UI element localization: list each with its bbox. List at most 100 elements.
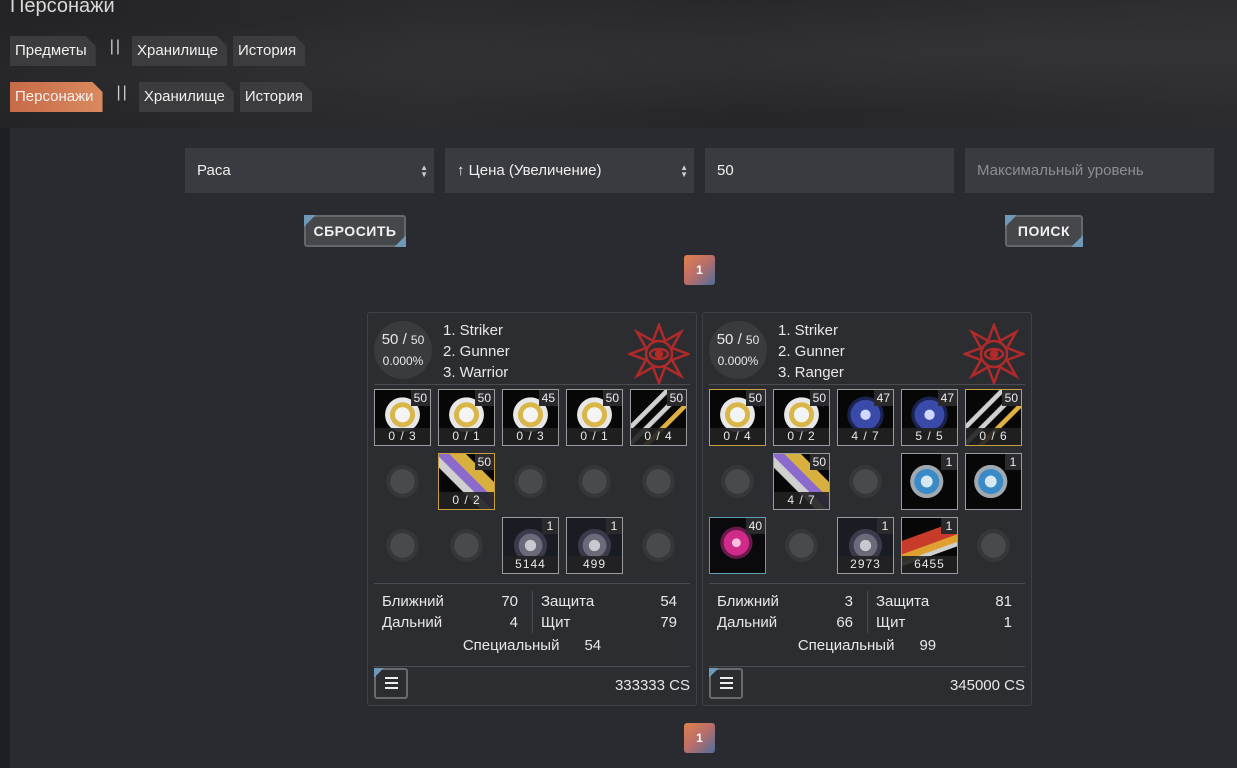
stat-defense-label: Защита bbox=[876, 593, 930, 610]
equipment-slot[interactable]: 1 bbox=[901, 453, 958, 510]
item-count: 0 / 3 bbox=[503, 428, 558, 445]
max-level-input[interactable]: Максимальный уровень bbox=[965, 148, 1214, 193]
equipment-slot[interactable] bbox=[438, 517, 495, 574]
class-1: 1. Striker bbox=[443, 322, 504, 339]
equipment-slot[interactable]: 50 0 / 6 bbox=[965, 389, 1022, 446]
search-button[interactable]: ПОИСК bbox=[1005, 215, 1083, 247]
equipment-slot[interactable]: 50 0 / 2 bbox=[438, 453, 495, 510]
item-count: 4 / 7 bbox=[838, 428, 893, 445]
sort-select[interactable]: ↑ Цена (Увеличение) ▲ ▼ bbox=[445, 148, 694, 193]
item-level-badge: 1 bbox=[941, 454, 957, 470]
equipment-slot[interactable] bbox=[965, 517, 1022, 574]
item-level-badge: 50 bbox=[474, 390, 494, 406]
class-2: 2. Gunner bbox=[778, 343, 845, 360]
stat-ranged-label: Дальний bbox=[382, 614, 443, 631]
level-max: 50 bbox=[745, 333, 760, 347]
equipment-slot[interactable] bbox=[502, 453, 559, 510]
level-value: 50 / bbox=[716, 331, 742, 348]
tab-items-storage[interactable]: Хранилище bbox=[132, 36, 227, 66]
equipment-slot[interactable]: 50 0 / 3 bbox=[374, 389, 431, 446]
empty-shirt-slot-icon bbox=[837, 453, 894, 510]
select-arrows-icon: ▲ ▼ bbox=[420, 163, 428, 179]
item-count: 4 / 7 bbox=[774, 492, 829, 509]
empty-glove-slot-icon bbox=[630, 517, 687, 574]
equipment-slot[interactable]: 1 bbox=[965, 453, 1022, 510]
equipment-slot[interactable] bbox=[630, 453, 687, 510]
item-count: 0 / 1 bbox=[567, 428, 622, 445]
class-1: 1. Striker bbox=[778, 322, 839, 339]
stat-shield-label: Щит bbox=[876, 614, 906, 631]
equipment-slot[interactable]: 40 bbox=[709, 517, 766, 574]
race-select[interactable]: Раса ▲ ▼ bbox=[185, 148, 434, 193]
equipment-row: 1 5144 1 499 bbox=[374, 517, 692, 574]
item-count: 5 / 5 bbox=[902, 428, 957, 445]
equipment-slot[interactable] bbox=[709, 453, 766, 510]
equipment-slot[interactable]: 50 0 / 4 bbox=[709, 389, 766, 446]
equipment-slot[interactable]: 1 499 bbox=[566, 517, 623, 574]
equipment-slot[interactable]: 1 2973 bbox=[837, 517, 894, 574]
equipment-slot[interactable] bbox=[837, 453, 894, 510]
stat-special-value: 54 bbox=[584, 637, 602, 654]
stat-special-label: Специальный bbox=[797, 637, 895, 654]
equipment-slot[interactable]: 50 0 / 1 bbox=[438, 389, 495, 446]
equipment-slot[interactable]: 1 5144 bbox=[502, 517, 559, 574]
equipment-row: 50 0 / 3 50 0 / 1 45 0 / 3 50 0 / 1 50 0 / 4 bbox=[374, 389, 692, 446]
reset-button[interactable]: СБРОСИТЬ bbox=[304, 215, 406, 247]
tab-items[interactable]: Предметы bbox=[10, 36, 96, 66]
item-count: 0 / 2 bbox=[774, 428, 829, 445]
stat-shield-label: Щит bbox=[541, 614, 571, 631]
equipment-slot[interactable]: 47 5 / 5 bbox=[901, 389, 958, 446]
sort-select-value: ↑ Цена (Увеличение) bbox=[457, 162, 602, 179]
item-count: 5144 bbox=[503, 556, 558, 573]
equipment-slot[interactable] bbox=[566, 453, 623, 510]
stat-defense-value: 54 bbox=[660, 593, 677, 610]
equipment-slot[interactable]: 50 0 / 4 bbox=[630, 389, 687, 446]
select-arrows-icon: ▲ ▼ bbox=[680, 163, 688, 179]
pagination-page-top[interactable]: 1 bbox=[684, 255, 715, 285]
item-level-badge: 50 bbox=[602, 390, 622, 406]
stat-ranged-label: Дальний bbox=[717, 614, 778, 631]
tab-characters-storage[interactable]: Хранилище bbox=[139, 82, 234, 112]
stat-ranged-value: 66 bbox=[836, 614, 853, 631]
min-level-input[interactable]: 50 bbox=[705, 148, 954, 193]
tab-items-history[interactable]: История bbox=[233, 36, 305, 66]
equipment-slot[interactable]: 50 4 / 7 bbox=[773, 453, 830, 510]
equipment-slot[interactable]: 50 0 / 1 bbox=[566, 389, 623, 446]
equipment-slot[interactable] bbox=[630, 517, 687, 574]
item-level-badge: 50 bbox=[1001, 390, 1021, 406]
price: 333333 CS bbox=[614, 677, 690, 694]
equipment-slot[interactable]: 47 4 / 7 bbox=[837, 389, 894, 446]
character-card[interactable]: 50 / 50 0.000% 1. Striker 2. Gunner 3. W… bbox=[367, 312, 697, 706]
item-count: 0 / 3 bbox=[375, 428, 430, 445]
equipment-slot[interactable] bbox=[773, 517, 830, 574]
tab-characters[interactable]: Персонажи bbox=[10, 82, 103, 112]
equipment-row: 40 1 2973 1 6455 bbox=[709, 517, 1027, 574]
equipment-grid: 50 0 / 4 50 0 / 2 47 4 / 7 47 5 / 5 50 0 / 6 50 4 /… bbox=[709, 389, 1027, 581]
stat-melee-label: Ближний bbox=[717, 593, 779, 610]
item-count: 0 / 2 bbox=[439, 492, 494, 509]
level-badge: 50 / 50 0.000% bbox=[709, 321, 767, 379]
stat-special-label: Специальный bbox=[462, 637, 560, 654]
empty-shirt-slot-icon bbox=[502, 453, 559, 510]
empty-cloak-slot-icon bbox=[374, 453, 431, 510]
item-count: 499 bbox=[567, 556, 622, 573]
item-level-badge: 50 bbox=[666, 390, 686, 406]
card-divider bbox=[374, 384, 690, 385]
menu-icon[interactable] bbox=[374, 668, 408, 699]
tab-separator: || bbox=[109, 38, 123, 55]
menu-icon[interactable] bbox=[709, 668, 743, 699]
stat-melee-label: Ближний bbox=[382, 593, 444, 610]
equipment-slot[interactable]: 1 6455 bbox=[901, 517, 958, 574]
pagination-page-bottom[interactable]: 1 bbox=[684, 723, 715, 753]
equipment-slot[interactable] bbox=[374, 517, 431, 574]
character-card[interactable]: 50 / 50 0.000% 1. Striker 2. Gunner 3. R… bbox=[702, 312, 1032, 706]
item-level-badge: 50 bbox=[474, 454, 494, 470]
equipment-slot[interactable] bbox=[374, 453, 431, 510]
equipment-slot[interactable]: 50 0 / 2 bbox=[773, 389, 830, 446]
equipment-row: 50 0 / 4 50 0 / 2 47 4 / 7 47 5 / 5 50 0 / 6 bbox=[709, 389, 1027, 446]
card-divider bbox=[374, 583, 690, 584]
equipment-slot[interactable]: 45 0 / 3 bbox=[502, 389, 559, 446]
stat-shield-value: 1 bbox=[1003, 614, 1012, 631]
tab-characters-history[interactable]: История bbox=[240, 82, 312, 112]
empty-boots-slot-icon bbox=[773, 517, 830, 574]
